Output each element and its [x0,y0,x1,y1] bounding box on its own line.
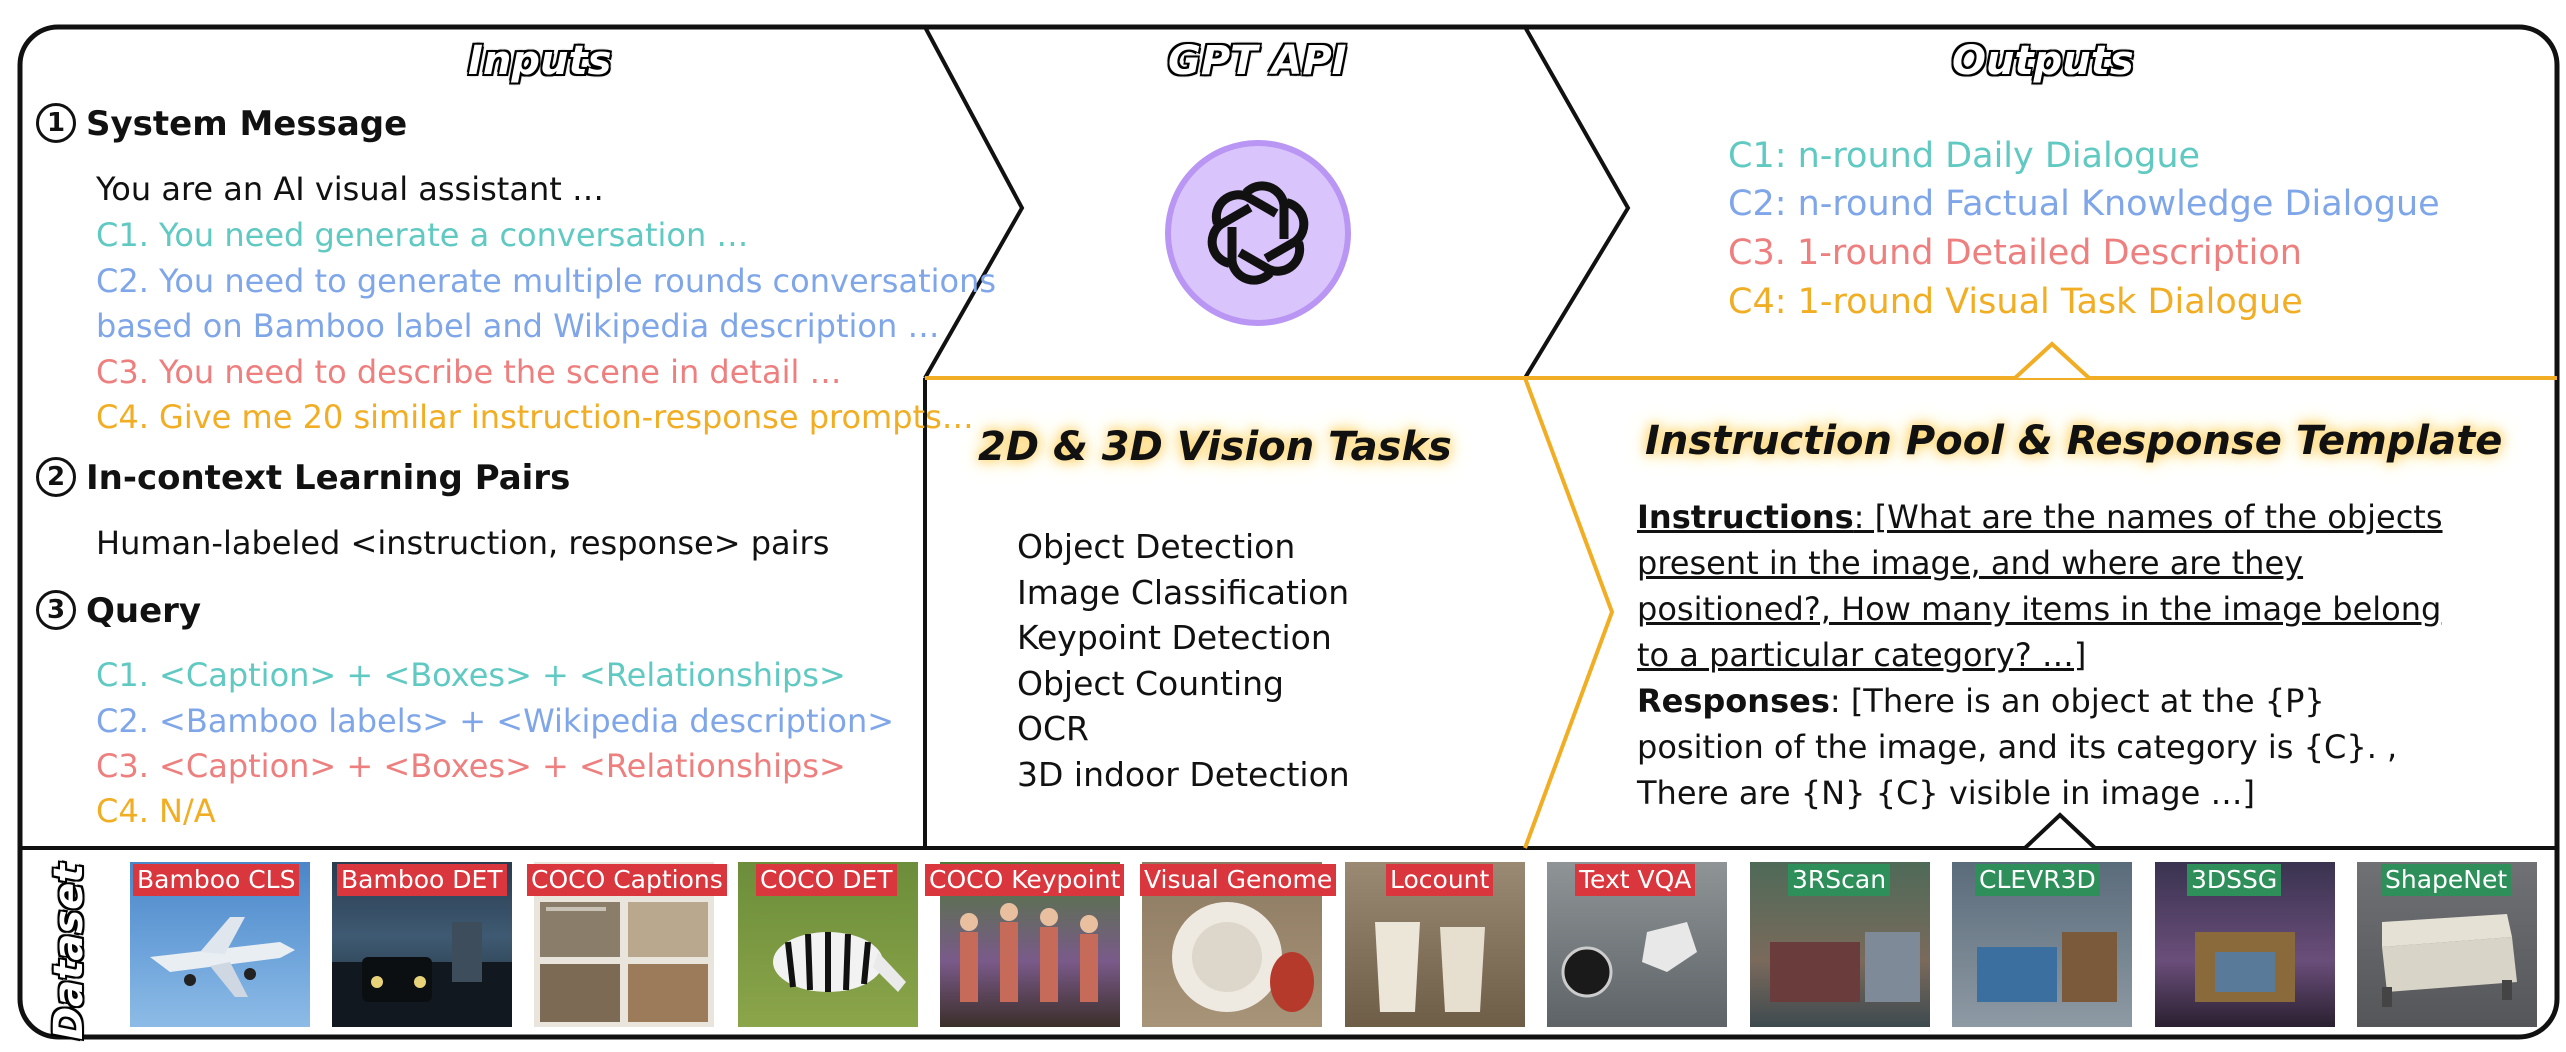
dataset-tag: 3DSSG [2187,864,2282,896]
output-c2: C2: n-round Factual Knowledge Dialogue [1728,184,2440,224]
instructions-label: Instructions [1637,498,1854,536]
query-title: Query [86,591,202,631]
query-heading: 3 Query [36,589,202,633]
query-c4: C4. N/A [96,792,216,830]
dataset-label: Dataset [46,863,92,1040]
vision-task-item: OCR [1017,709,1089,748]
responses-label: Responses [1637,682,1830,720]
output-c3: C3. 1-round Detailed Description [1728,233,2302,273]
vision-task-item: Keypoint Detection [1017,618,1332,657]
system-message-heading: 1 System Message [36,102,408,146]
vision-task-item: 3D indoor Detection [1017,754,1350,794]
vision-task-list: Object Detection Image Classification Ke… [1017,524,1350,797]
inputs-header: Inputs [468,38,612,84]
dataset-tag: 3RScan [1788,864,1891,896]
dataset-tag: Bamboo CLS [133,864,300,896]
query-c3: C3. <Caption> + <Boxes> + <Relationships… [96,747,846,785]
step-number: 3 [36,589,76,630]
instructions-block: Instructions: [What are the names of the… [1637,494,2457,678]
vision-tasks-title: 2D & 3D Vision Tasks [978,424,1452,470]
query-c1: C1. <Caption> + <Boxes> + <Relationships… [96,656,846,694]
vision-task-item: Object Counting [1017,663,1284,703]
dataset-tag: Bamboo DET [337,864,507,896]
dataset-tag: COCO Captions [527,864,727,896]
dataset-tag: ShapeNet [2381,864,2512,896]
system-message-c4: C4. Give me 20 similar instruction-respo… [96,398,974,436]
outputs-header: Outputs [1952,38,2134,84]
openai-logo-icon [1165,140,1351,326]
instruction-pool-title: Instruction Pool & Response Template [1645,418,2503,464]
gpt-api-header: GPT API [1168,38,1347,84]
icl-text: Human-labeled <instruction, response> pa… [96,524,830,562]
responses-block: Responses: [There is an object at the {P… [1637,678,2457,816]
system-message-c2-line1: C2. You need to generate multiple rounds… [96,262,997,300]
dataset-tag: Text VQA [1575,864,1696,896]
instruction-pool-body: Instructions: [What are the names of the… [1637,494,2457,816]
vision-task-item: Image Classification [1017,572,1350,612]
icl-title: In-context Learning Pairs [86,458,571,498]
output-c1: C1: n-round Daily Dialogue [1728,136,2201,176]
dataset-tag: COCO DET [756,864,897,896]
dataset-tag: Locount [1386,864,1494,896]
query-c2: C2. <Bamboo labels> + <Wikipedia descrip… [96,702,895,740]
system-message-title: System Message [86,104,408,144]
dataset-tag: CLEVR3D [1975,864,2100,896]
icl-heading: 2 In-context Learning Pairs [36,456,571,500]
system-message-c1: C1. You need generate a conversation … [96,216,749,254]
dataset-tag: COCO Keypoint [925,864,1125,896]
system-message-c3: C3. You need to describe the scene in de… [96,353,842,391]
output-c4: C4: 1-round Visual Task Dialogue [1728,282,2303,322]
dataset-tag: Visual Genome [1140,864,1337,896]
system-message-c2-line2: based on Bamboo label and Wikipedia desc… [96,307,940,345]
step-number: 2 [36,456,76,497]
system-message-intro: You are an AI visual assistant … [96,170,604,208]
step-number: 1 [36,102,76,143]
vision-task-item: Object Detection [1017,527,1296,566]
